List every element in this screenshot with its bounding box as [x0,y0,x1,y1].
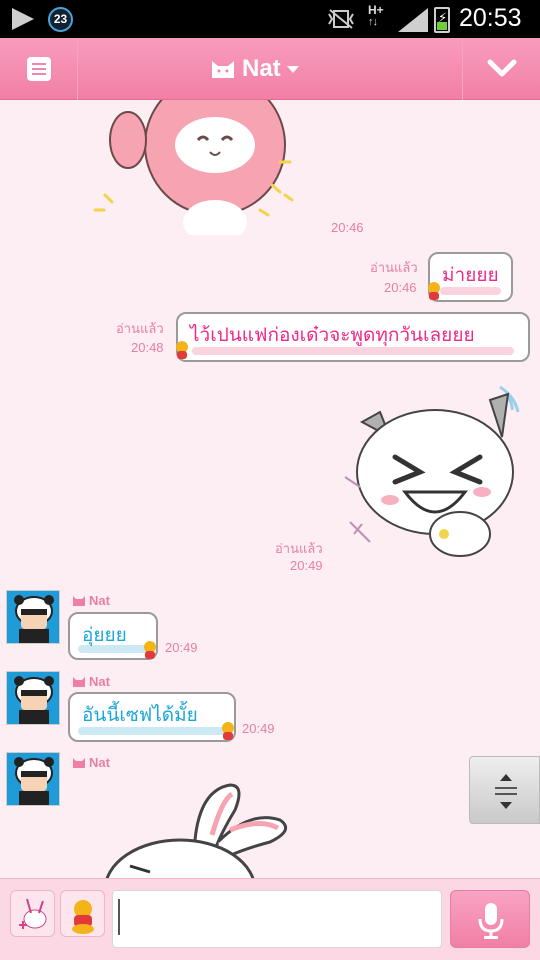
play-icon [12,8,34,30]
message-text: ไว้เปนแฟก่องเด๋วจะพูดทุกวันเลยยย [190,324,475,346]
status-bar: 23 H+ ↑↓ ⚡ 20:53 [0,0,540,38]
message-input-bar [0,878,540,960]
message-time: 20:49 [165,640,198,655]
clock: 20:53 [459,4,522,32]
voice-button[interactable] [450,890,530,948]
avatar[interactable] [6,671,60,725]
avatar[interactable] [6,590,60,644]
read-receipt: อ่านแล้ว [116,321,164,336]
chat-header: Nat [0,38,540,100]
pooh-icon [144,641,156,659]
chat-messages[interactable]: 20:46 อ่านแล้ว 20:46 ม่ายยย อ่านแล้ว 20:… [0,100,540,878]
notification-badge: 23 [48,7,73,32]
scroll-jump-button[interactable] [469,756,540,824]
caret-down-icon [286,65,299,73]
avatar[interactable] [6,752,60,806]
collapse-button[interactable] [462,38,540,100]
sender-name: Nat [72,674,110,689]
cat-icon [73,676,85,687]
network-type-label: H+ [368,3,384,17]
message-time: 20:48 [131,340,164,355]
attach-button[interactable] [10,890,55,937]
sender-label: Nat [89,593,110,608]
message-time: 20:49 [242,721,275,736]
chat-title-dropdown[interactable]: Nat [210,52,299,86]
message-time: 20:46 [331,220,364,235]
menu-icon [27,57,51,81]
sender-name: Nat [72,593,110,608]
signal-icon [398,8,428,32]
sticker-button[interactable] [60,890,105,937]
message-text: ม่ายยย [442,264,499,286]
white-bunny-sticker [105,783,288,878]
message-bubble-received[interactable]: อันนี้เซฟได้มั้ย [68,692,236,742]
read-receipt: อ่านแล้ว [275,541,323,556]
chat-title: Nat [242,55,281,82]
message-bubble-sent[interactable]: ไว้เปนแฟก่องเด๋วจะพูดทุกวันเลยยย [176,312,530,362]
menu-button[interactable] [0,38,78,100]
network-type-indicator: H+ ↑↓ [368,4,384,28]
message-input[interactable] [112,890,442,948]
pooh-icon [176,341,188,359]
text-cursor [118,899,120,935]
message-time: 20:49 [290,558,323,573]
panda-boy-avatar-icon [14,676,54,724]
battery-icon: ⚡ [434,7,450,33]
message-time: 20:46 [384,280,417,295]
vibrate-mute-icon [328,9,354,29]
data-arrows-icon: ↑↓ [368,16,378,28]
chevron-down-icon [487,59,517,77]
cat-icon [212,61,234,78]
sender-label: Nat [89,755,110,770]
pooh-icon [222,722,234,740]
microphone-icon [478,903,504,939]
message-text: อันนี้เซฟได้มั้ย [82,704,198,726]
message-text: อุ่ยยย [82,624,127,646]
panda-boy-avatar-icon [14,757,54,805]
cat-icon [73,595,85,606]
pooh-sticker-icon [72,900,94,934]
panda-boy-avatar-icon [14,595,54,643]
pooh-icon [428,282,440,300]
laughing-cat-sticker [344,385,520,557]
sender-label: Nat [89,674,110,689]
attach-bunny-icon [19,898,47,929]
cat-icon [73,757,85,768]
read-receipt: อ่านแล้ว [370,260,418,275]
pink-bunny-sticker [93,100,294,235]
scroll-arrows-icon [495,774,517,809]
sender-name: Nat [72,755,110,770]
